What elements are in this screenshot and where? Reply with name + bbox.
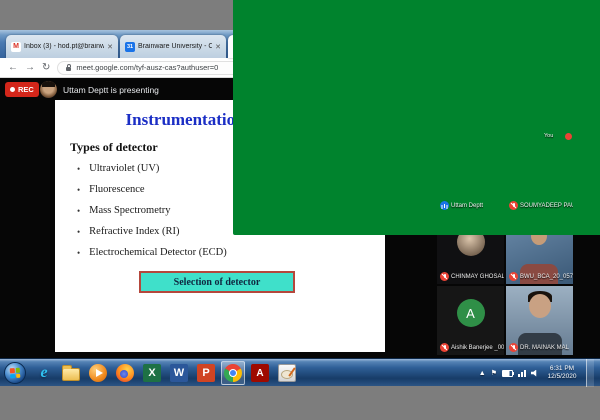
media-player-icon — [89, 364, 107, 382]
close-tab-icon[interactable]: ✕ — [215, 43, 221, 51]
taskbar-icon-word[interactable]: W — [167, 361, 191, 385]
start-button[interactable] — [4, 362, 26, 384]
tab-inbox[interactable]: M Inbox (3) - hod.pt@brainwareun ✕ — [6, 35, 118, 58]
tab-calendar[interactable]: 31 Brainware University - Calendar ✕ — [120, 35, 226, 58]
presenting-status: Uttam Deptt is presenting — [63, 85, 159, 95]
bullet-list: Ultraviolet (UV) Fluorescence Mass Spect… — [77, 158, 227, 263]
system-tray: ▲ ⚑ 6:31 PM 12/5/2020 — [479, 359, 594, 387]
action-center-flag-icon[interactable]: ⚑ — [491, 370, 497, 377]
reload-button[interactable]: ↻ — [42, 62, 50, 73]
word-icon: W — [170, 364, 188, 382]
participant-name: Uttam Deptt — [451, 202, 484, 209]
mic-muted-icon — [440, 272, 449, 281]
taskbar-icon-media-player[interactable] — [86, 361, 110, 385]
clock-time: 6:31 PM — [549, 365, 575, 372]
tab-title: Inbox (3) - hod.pt@brainwareun — [24, 43, 105, 50]
participant-name: SOUMYADEEP PAU... — [520, 202, 573, 209]
presenter-avatar — [40, 81, 57, 98]
network-icon[interactable] — [518, 369, 526, 377]
participant-name: CHINMAY GHOSAL — [451, 273, 504, 280]
participant-name: Aishik Banerjee _005 — [451, 344, 504, 351]
windows-flag-icon — [9, 367, 21, 379]
taskbar-icon-excel[interactable]: X — [140, 361, 164, 385]
selection-callout: Selection of detector — [139, 271, 295, 293]
rec-indicator: REC — [5, 82, 39, 97]
taskbar-clock[interactable]: 6:31 PM 12/5/2020 — [543, 365, 581, 381]
folder-icon — [62, 365, 80, 381]
calendar-icon: 31 — [125, 41, 135, 52]
taskbar-icon-file-explorer[interactable] — [59, 361, 83, 385]
taskbar-icon-paint[interactable] — [275, 361, 299, 385]
volume-icon[interactable] — [531, 369, 537, 377]
windows-taskbar: e X W P A ▲ ⚑ 6:31 PM 12/5/2020 — [0, 358, 600, 387]
audio-active-icon — [440, 201, 449, 210]
taskbar-icon-powerpoint[interactable]: P — [194, 361, 218, 385]
powerpoint-icon: P — [197, 364, 215, 382]
mic-muted-icon — [509, 343, 518, 352]
forward-button[interactable]: → — [25, 62, 35, 73]
participant-name: You — [544, 133, 554, 139]
bullet-item: Refractive Index (RI) — [77, 221, 227, 242]
rec-label: REC — [18, 85, 34, 94]
clock-date: 12/5/2020 — [547, 373, 577, 380]
screen-capture: M Inbox (3) - hod.pt@brainwareun ✕ 31 Br… — [0, 0, 600, 420]
bullet-item: Fluorescence — [77, 179, 227, 200]
bullet-item: Ultraviolet (UV) — [77, 158, 227, 179]
video-tile-aishik[interactable]: A Aishik Banerjee _005 — [437, 286, 504, 355]
meet-icon — [233, 0, 600, 235]
battery-icon[interactable] — [502, 369, 514, 377]
avatar-letter: A — [456, 299, 485, 327]
back-button[interactable]: ← — [8, 62, 18, 73]
taskbar-icon-acrobat[interactable]: A — [248, 361, 272, 385]
show-desktop-button[interactable] — [586, 359, 594, 387]
acrobat-icon: A — [251, 364, 269, 382]
tray-expand-icon[interactable]: ▲ — [479, 370, 486, 377]
mic-muted-icon — [440, 343, 449, 352]
browser-window: M Inbox (3) - hod.pt@brainwareun ✕ 31 Br… — [0, 0, 600, 358]
mic-muted-icon — [565, 133, 572, 140]
rec-dot-icon — [10, 87, 15, 92]
video-tile-mainak[interactable]: DR. MAINAK MAL — [506, 286, 573, 355]
mic-muted-icon — [509, 201, 518, 210]
page-url: meet.google.com/tyf-ausz-cas?authuser=0 — [76, 63, 219, 72]
mic-muted-icon — [509, 272, 518, 281]
tab-bar: M Inbox (3) - hod.pt@brainwareun ✕ 31 Br… — [0, 0, 600, 235]
close-tab-icon[interactable]: ✕ — [107, 43, 113, 51]
taskbar-icon-chrome[interactable] — [221, 361, 245, 385]
gmail-icon: M — [11, 41, 21, 52]
ie-icon: e — [40, 364, 48, 381]
tab-title: Brainware University - Calendar — [138, 43, 213, 50]
lock-icon — [66, 63, 72, 71]
participant-name: BWU_BCA_20_057... — [520, 273, 573, 280]
excel-icon: X — [143, 364, 161, 382]
bullet-item: Electrochemical Detector (ECD) — [77, 242, 227, 263]
tab-meet-active[interactable]: Meet - Workshop on "Fund... ✕ — [228, 0, 600, 235]
firefox-icon — [116, 364, 134, 382]
taskbar-icon-firefox[interactable] — [113, 361, 137, 385]
chrome-icon — [224, 364, 242, 382]
paint-icon — [278, 364, 296, 382]
participant-name: DR. MAINAK MAL — [520, 344, 570, 351]
bullet-item: Mass Spectrometry — [77, 200, 227, 221]
taskbar-icon-internet-explorer[interactable]: e — [32, 361, 56, 385]
slide-heading: Types of detector — [70, 140, 158, 154]
